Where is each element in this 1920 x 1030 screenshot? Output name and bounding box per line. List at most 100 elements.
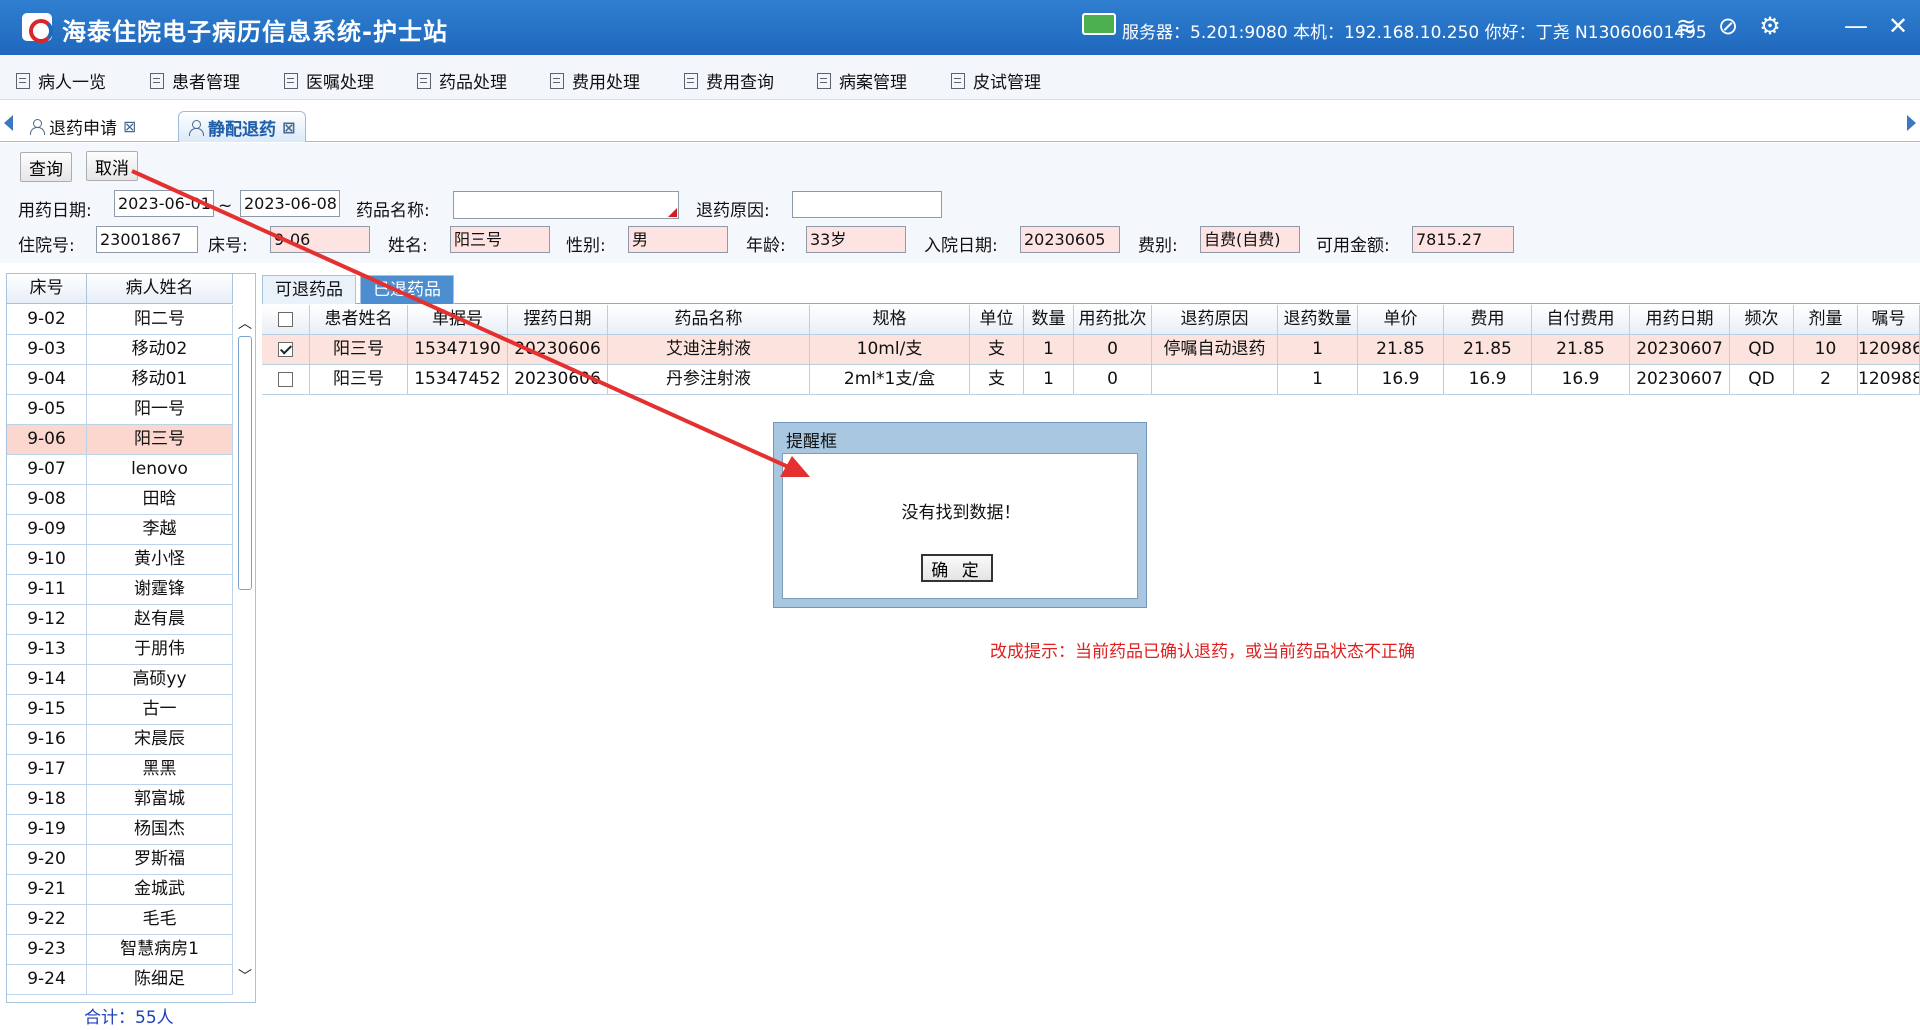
- column-header-patient-name[interactable]: 病人姓名: [87, 274, 233, 303]
- column-header[interactable]: 退药数量: [1278, 305, 1358, 335]
- query-button[interactable]: 查询: [20, 152, 72, 182]
- patient-row[interactable]: 9-23 智慧病房1: [7, 935, 233, 965]
- column-header-bed[interactable]: 床号: [7, 274, 87, 303]
- date-from-input[interactable]: 2023-06-01: [114, 190, 214, 217]
- table-cell: 12098687: [1858, 335, 1920, 365]
- tab-drug-return-request[interactable]: 退药申请 ⊠: [20, 111, 146, 142]
- scrollbar-thumb[interactable]: [238, 336, 252, 590]
- patient-row[interactable]: 9-05 阳一号: [7, 395, 233, 425]
- patient-row[interactable]: 9-22 毛毛: [7, 905, 233, 935]
- patient-row[interactable]: 9-14 高硕yy: [7, 665, 233, 695]
- document-icon: [16, 72, 30, 89]
- column-header[interactable]: 单价: [1358, 305, 1444, 335]
- menu-order-processing[interactable]: 医嘱处理: [284, 68, 374, 93]
- tab-returned-drugs[interactable]: 已退药品: [360, 275, 454, 304]
- settings-gear-icon[interactable]: ⚙: [1756, 12, 1784, 40]
- row-checkbox-cell[interactable]: [262, 365, 310, 395]
- patient-row[interactable]: 9-07 lenovo: [7, 455, 233, 485]
- patient-row[interactable]: 9-04 移动01: [7, 365, 233, 395]
- column-header[interactable]: 用药批次: [1074, 305, 1152, 335]
- menu-patient-overview[interactable]: 病人一览: [16, 68, 106, 93]
- patient-row[interactable]: 9-10 黄小怪: [7, 545, 233, 575]
- date-to-input[interactable]: 2023-06-08: [240, 190, 340, 217]
- patient-row[interactable]: 9-24 陈细足: [7, 965, 233, 995]
- patient-bed: 9-05: [7, 395, 87, 424]
- column-header[interactable]: 自付费用: [1532, 305, 1630, 335]
- tab-scroll-right-icon[interactable]: [1907, 115, 1916, 131]
- close-icon[interactable]: ✕: [1884, 12, 1912, 40]
- menu-record-management[interactable]: 病案管理: [817, 68, 907, 93]
- scroll-up-icon[interactable]: ︿: [238, 317, 252, 331]
- table-cell: 2: [1794, 365, 1858, 395]
- patient-bed: 9-20: [7, 845, 87, 874]
- cancel-button[interactable]: 取消: [86, 151, 138, 181]
- tab-strip: 退药申请 ⊠ 静配退药 ⊠: [0, 108, 1920, 142]
- column-header[interactable]: 患者姓名: [310, 305, 408, 335]
- skin-off-icon[interactable]: ⊘: [1714, 12, 1742, 40]
- patient-row[interactable]: 9-20 罗斯福: [7, 845, 233, 875]
- column-header[interactable]: 剂量: [1794, 305, 1858, 335]
- menu-patient-management[interactable]: 患者管理: [150, 68, 240, 93]
- tab-iv-drug-return[interactable]: 静配退药 ⊠: [178, 111, 307, 142]
- patient-row[interactable]: 9-17 黑黑: [7, 755, 233, 785]
- menu-fee-processing[interactable]: 费用处理: [550, 68, 640, 93]
- reason-input[interactable]: [792, 191, 942, 218]
- patient-name: 阳一号: [87, 395, 233, 424]
- patient-row[interactable]: 9-18 郭富城: [7, 785, 233, 815]
- row-checkbox-cell[interactable]: [262, 335, 310, 365]
- column-header[interactable]: 摆药日期: [508, 305, 608, 335]
- column-header[interactable]: 单位: [970, 305, 1024, 335]
- column-header[interactable]: 费用: [1444, 305, 1532, 335]
- column-header[interactable]: 频次: [1730, 305, 1794, 335]
- patient-row[interactable]: 9-12 赵有晨: [7, 605, 233, 635]
- patient-row[interactable]: 9-03 移动02: [7, 335, 233, 365]
- menu-skin-test[interactable]: 皮试管理: [951, 68, 1041, 93]
- patient-row[interactable]: 9-06 阳三号: [7, 425, 233, 455]
- column-header[interactable]: 嘱号: [1858, 305, 1920, 335]
- patient-row[interactable]: 9-15 古一: [7, 695, 233, 725]
- drug-name-input[interactable]: [453, 191, 679, 219]
- patient-bed: 9-22: [7, 905, 87, 934]
- select-all-checkbox[interactable]: [262, 305, 310, 335]
- layers-icon[interactable]: ≋: [1672, 12, 1700, 40]
- server-status-icon: [1082, 13, 1116, 35]
- admission-no-label: 住院号:: [18, 236, 75, 256]
- patient-list-scrollbar[interactable]: ︿ ﹀: [236, 317, 254, 984]
- table-cell: 2ml*1支/盒: [810, 365, 970, 395]
- column-header[interactable]: 单据号: [408, 305, 508, 335]
- tab-close-icon[interactable]: ⊠: [282, 118, 295, 137]
- drug-table-row[interactable]: 阳三号 15347190 20230606 艾迪注射液 10ml/支支 1 0 停嘱自动退药 1…: [262, 335, 1920, 365]
- patient-row[interactable]: 9-16 宋晨辰: [7, 725, 233, 755]
- patient-row[interactable]: 9-13 于朋伟: [7, 635, 233, 665]
- menu-bar: 病人一览 患者管理 医嘱处理 药品处理 费用处理 费用查询 病案管理 皮试管理: [0, 55, 1920, 100]
- patient-row[interactable]: 9-19 杨国杰: [7, 815, 233, 845]
- column-header[interactable]: 规格: [810, 305, 970, 335]
- menu-drug-processing[interactable]: 药品处理: [417, 68, 507, 93]
- column-header[interactable]: 数量: [1024, 305, 1074, 335]
- patient-row[interactable]: 9-08 田晗: [7, 485, 233, 515]
- table-cell: 0: [1074, 335, 1152, 365]
- patient-row[interactable]: 9-11 谢霆锋: [7, 575, 233, 605]
- title-bar: 海泰住院电子病历信息系统-护士站 服务器：5.201:9080 本机：192.1…: [0, 0, 1920, 55]
- checkbox-icon[interactable]: [278, 311, 293, 327]
- column-header[interactable]: 退药原因: [1152, 305, 1278, 335]
- patient-row[interactable]: 9-09 李越: [7, 515, 233, 545]
- column-header[interactable]: 药品名称: [608, 305, 810, 335]
- dialog-ok-button[interactable]: 确 定: [921, 554, 993, 582]
- table-cell: 16.9: [1532, 365, 1630, 395]
- table-cell: 0: [1074, 365, 1152, 395]
- row-checkbox[interactable]: [278, 341, 293, 357]
- minimize-icon[interactable]: —: [1842, 12, 1870, 40]
- drug-table-row[interactable]: 阳三号 15347452 20230606 丹参注射液 2ml*1支/盒支 1 0 1 16.9…: [262, 365, 1920, 395]
- patient-row[interactable]: 9-21 金城武: [7, 875, 233, 905]
- patient-row[interactable]: 9-02 阳二号: [7, 305, 233, 335]
- tab-close-icon[interactable]: ⊠: [123, 117, 136, 136]
- tab-returnable-drugs[interactable]: 可退药品: [262, 275, 356, 304]
- column-header[interactable]: 用药日期: [1630, 305, 1730, 335]
- name-label: 姓名:: [388, 236, 428, 256]
- row-checkbox[interactable]: [278, 371, 293, 387]
- patient-bed: 9-09: [7, 515, 87, 544]
- menu-fee-query[interactable]: 费用查询: [684, 68, 774, 93]
- scroll-down-icon[interactable]: ﹀: [238, 970, 252, 984]
- tab-scroll-left-icon[interactable]: [4, 115, 13, 131]
